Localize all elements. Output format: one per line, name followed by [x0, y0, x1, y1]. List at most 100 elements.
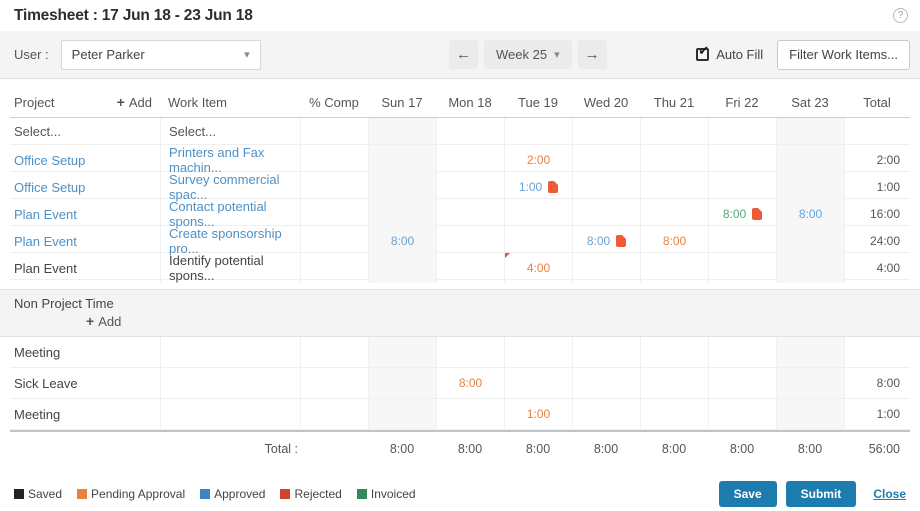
percent-complete-cell[interactable]: [300, 145, 368, 175]
filter-work-items-button[interactable]: Filter Work Items...: [777, 39, 910, 70]
percent-complete-cell[interactable]: [300, 226, 368, 256]
timesheet-day-cell[interactable]: [436, 337, 504, 367]
timesheet-day-cell[interactable]: [368, 253, 436, 283]
timesheet-day-cell[interactable]: [640, 172, 708, 202]
timesheet-day-cell[interactable]: [436, 145, 504, 175]
timesheet-day-cell[interactable]: 4:00: [504, 253, 572, 283]
timesheet-day-cell[interactable]: [776, 226, 844, 256]
time-entry-value[interactable]: 8:00: [459, 376, 482, 390]
time-entry-value[interactable]: 8:00: [723, 207, 746, 221]
timesheet-day-cell[interactable]: [640, 145, 708, 175]
time-entry-value[interactable]: 8:00: [587, 234, 610, 248]
timesheet-day-cell[interactable]: [640, 118, 708, 144]
timesheet-day-cell[interactable]: [776, 253, 844, 283]
timesheet-day-cell[interactable]: 8:00: [708, 199, 776, 229]
timesheet-day-cell[interactable]: [708, 253, 776, 283]
timesheet-day-cell[interactable]: [708, 118, 776, 144]
next-week-button[interactable]: →: [577, 40, 607, 69]
timesheet-day-cell[interactable]: [368, 145, 436, 175]
work-item-cell[interactable]: Create sponsorship pro...: [160, 226, 300, 256]
percent-complete-cell[interactable]: [300, 253, 368, 283]
timesheet-day-cell[interactable]: [368, 118, 436, 144]
add-non-project-row-button[interactable]: + Add: [86, 313, 121, 329]
notes-document-icon[interactable]: [548, 181, 559, 193]
timesheet-day-cell[interactable]: [572, 118, 640, 144]
timesheet-day-cell[interactable]: [436, 226, 504, 256]
timesheet-day-cell[interactable]: [776, 368, 844, 398]
timesheet-day-cell[interactable]: [436, 172, 504, 202]
timesheet-day-cell[interactable]: [708, 145, 776, 175]
timesheet-day-cell[interactable]: [776, 172, 844, 202]
submit-button[interactable]: Submit: [785, 481, 857, 507]
timesheet-day-cell[interactable]: [368, 337, 436, 367]
timesheet-day-cell[interactable]: [368, 172, 436, 202]
project-cell[interactable]: Office Setup: [10, 145, 160, 175]
timesheet-day-cell[interactable]: [640, 253, 708, 283]
timesheet-day-cell[interactable]: 8:00: [572, 226, 640, 256]
timesheet-day-cell[interactable]: 8:00: [436, 368, 504, 398]
checkbox-checked-icon[interactable]: [696, 43, 710, 61]
timesheet-day-cell[interactable]: [368, 368, 436, 398]
timesheet-day-cell[interactable]: [708, 399, 776, 429]
add-project-row-button[interactable]: + Add: [117, 94, 152, 110]
timesheet-day-cell[interactable]: [504, 337, 572, 367]
timesheet-day-cell[interactable]: [708, 226, 776, 256]
timesheet-day-cell[interactable]: [640, 399, 708, 429]
timesheet-day-cell[interactable]: [504, 199, 572, 229]
timesheet-day-cell[interactable]: [776, 118, 844, 144]
timesheet-day-cell[interactable]: [572, 337, 640, 367]
time-entry-value[interactable]: 2:00: [527, 153, 550, 167]
non-project-name-cell[interactable]: Sick Leave: [10, 368, 160, 398]
save-button[interactable]: Save: [718, 481, 777, 507]
work-item-cell[interactable]: Contact potential spons...: [160, 199, 300, 229]
project-cell[interactable]: Plan Event: [10, 199, 160, 229]
user-select[interactable]: Peter Parker ▾: [60, 39, 261, 70]
timesheet-day-cell[interactable]: [640, 199, 708, 229]
percent-complete-cell[interactable]: [300, 172, 368, 202]
project-cell[interactable]: Plan Event: [10, 253, 160, 283]
help-icon[interactable]: ?: [893, 8, 908, 23]
timesheet-day-cell[interactable]: 8:00: [776, 199, 844, 229]
timesheet-day-cell[interactable]: [368, 399, 436, 429]
work-item-cell[interactable]: Printers and Fax machin...: [160, 145, 300, 175]
time-entry-value[interactable]: 4:00: [527, 261, 550, 275]
timesheet-day-cell[interactable]: [572, 172, 640, 202]
timesheet-day-cell[interactable]: [436, 199, 504, 229]
timesheet-day-cell[interactable]: 1:00: [504, 172, 572, 202]
time-entry-value[interactable]: 1:00: [527, 407, 550, 421]
timesheet-day-cell[interactable]: [776, 399, 844, 429]
timesheet-day-cell[interactable]: [504, 226, 572, 256]
timesheet-day-cell[interactable]: 1:00: [504, 399, 572, 429]
non-project-name-cell[interactable]: Meeting: [10, 399, 160, 429]
timesheet-day-cell[interactable]: [708, 368, 776, 398]
timesheet-day-cell[interactable]: [436, 118, 504, 144]
timesheet-day-cell[interactable]: [708, 172, 776, 202]
timesheet-day-cell[interactable]: [776, 145, 844, 175]
timesheet-day-cell[interactable]: 8:00: [368, 226, 436, 256]
time-entry-value[interactable]: 1:00: [519, 180, 542, 194]
time-entry-value[interactable]: 8:00: [799, 207, 822, 221]
timesheet-day-cell[interactable]: [504, 118, 572, 144]
prev-week-button[interactable]: ←: [449, 40, 478, 69]
non-project-name-cell[interactable]: Meeting: [10, 337, 160, 367]
timesheet-day-cell[interactable]: [572, 199, 640, 229]
time-entry-value[interactable]: 8:00: [391, 234, 414, 248]
work-item-cell[interactable]: Select...: [160, 118, 300, 144]
timesheet-day-cell[interactable]: [368, 199, 436, 229]
week-select-button[interactable]: Week 25 ▾: [484, 40, 572, 69]
timesheet-day-cell[interactable]: [572, 399, 640, 429]
work-item-cell[interactable]: Identify potential spons...: [160, 253, 300, 283]
timesheet-day-cell[interactable]: [504, 368, 572, 398]
percent-complete-cell[interactable]: [300, 118, 368, 144]
notes-document-icon[interactable]: [616, 235, 627, 247]
timesheet-day-cell[interactable]: 2:00: [504, 145, 572, 175]
timesheet-day-cell[interactable]: [640, 368, 708, 398]
project-cell[interactable]: Select...: [10, 118, 160, 144]
timesheet-day-cell[interactable]: [436, 253, 504, 283]
timesheet-day-cell[interactable]: [572, 368, 640, 398]
timesheet-day-cell[interactable]: [572, 145, 640, 175]
notes-document-icon[interactable]: [752, 208, 763, 220]
timesheet-day-cell[interactable]: [572, 253, 640, 283]
close-link[interactable]: Close: [873, 487, 906, 501]
work-item-cell[interactable]: Survey commercial spac...: [160, 172, 300, 202]
